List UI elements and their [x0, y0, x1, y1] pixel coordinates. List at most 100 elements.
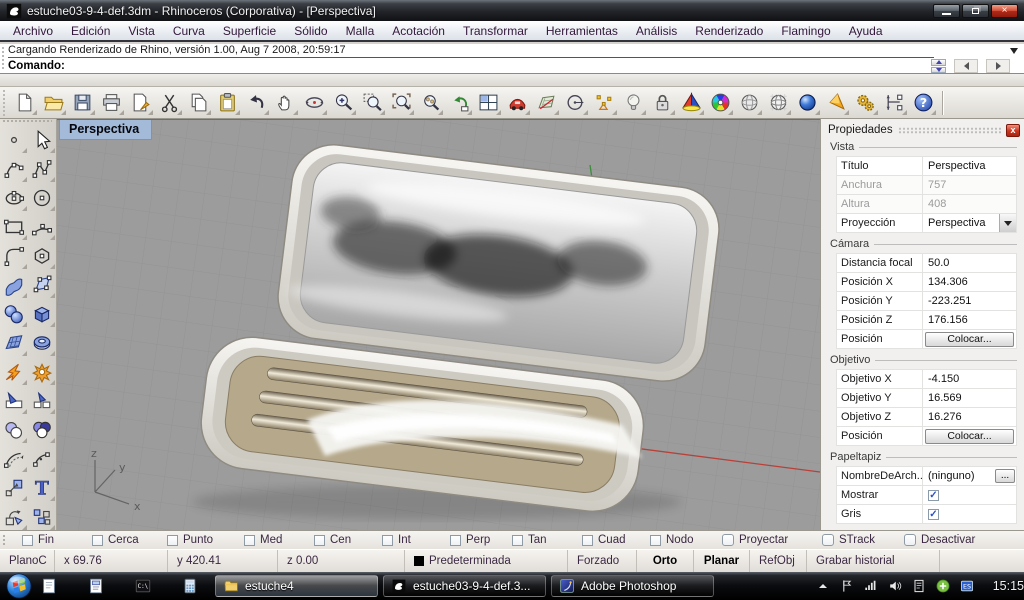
toolbar-button-render[interactable]: [677, 89, 706, 117]
menu-item-solido[interactable]: Sólido: [285, 22, 336, 40]
toolbar-button-lock[interactable]: [648, 89, 677, 117]
property-value-text[interactable]: Perspectiva: [928, 217, 985, 229]
osnap-cuad[interactable]: Cuad: [582, 534, 650, 546]
osnap-checkbox-int[interactable]: [382, 535, 393, 546]
toolbar-button-paste[interactable]: [213, 89, 242, 117]
property-value[interactable]: -223.251: [923, 292, 1016, 310]
tray-updates-icon[interactable]: [935, 578, 951, 594]
menu-item-transformar[interactable]: Transformar: [454, 22, 537, 40]
toolbar-button-help[interactable]: ?: [909, 89, 938, 117]
menu-item-archivo[interactable]: Archivo: [4, 22, 62, 40]
tray-chevron-up-icon[interactable]: [815, 578, 831, 594]
viewport-canvas[interactable]: z y x: [57, 120, 820, 530]
menu-item-malla[interactable]: Malla: [337, 22, 384, 40]
command-history[interactable]: Cargando Renderizado de Rhino, versión 1…: [8, 44, 934, 58]
osnap-int[interactable]: Int: [382, 534, 450, 546]
osnap-checkbox-nodo[interactable]: [650, 535, 661, 546]
toolbar-button-undo[interactable]: [242, 89, 271, 117]
property-value[interactable]: ✓: [923, 505, 1016, 523]
status-orto[interactable]: Orto: [637, 550, 694, 572]
osnap-checkbox-strack[interactable]: [822, 534, 834, 546]
menu-item-ayuda[interactable]: Ayuda: [840, 22, 892, 40]
toolbar-button-new-file[interactable]: [10, 89, 39, 117]
property-value[interactable]: (ninguno)...: [923, 467, 1016, 485]
toolbar-button-render-sphere[interactable]: [793, 89, 822, 117]
toolbar-button-zoom-window[interactable]: [358, 89, 387, 117]
sidebar-button-circles-two[interactable]: [0, 415, 28, 444]
status-refobj[interactable]: RefObj: [750, 550, 807, 572]
sidebar-button-split[interactable]: [28, 386, 56, 415]
sidebar-button-circles-three[interactable]: [28, 415, 56, 444]
properties-drag-grip[interactable]: [898, 127, 1001, 134]
scroll-left-button[interactable]: [954, 59, 978, 73]
toolbar-button-viewport-layout[interactable]: [474, 89, 503, 117]
toolbar-button-named-views-car[interactable]: [503, 89, 532, 117]
toolbar-button-shaded-sphere[interactable]: [735, 89, 764, 117]
taskbar-task-estuche4[interactable]: estuche4: [215, 575, 378, 597]
property-value[interactable]: 134.306: [923, 273, 1016, 291]
osnap-strack[interactable]: STrack: [822, 534, 904, 546]
menu-item-herramientas[interactable]: Herramientas: [537, 22, 627, 40]
sidebar-button-rectangle[interactable]: [0, 212, 28, 241]
osnap-punto[interactable]: Punto: [167, 534, 244, 546]
toolbar-button-zoom-extents[interactable]: [387, 89, 416, 117]
sidebar-button-offset-curve[interactable]: [0, 444, 28, 473]
command-toolbar-grip[interactable]: [1, 46, 6, 71]
sidebar-button-circle-center[interactable]: [28, 183, 56, 212]
sidebar-button-text-t[interactable]: T: [28, 473, 56, 502]
sidebar-button-polygon-hex[interactable]: [28, 241, 56, 270]
osnap-perp[interactable]: Perp: [450, 534, 512, 546]
property-value[interactable]: Perspectiva: [923, 157, 1016, 175]
colocar-button[interactable]: Colocar...: [925, 332, 1014, 347]
osnap-checkbox-punto[interactable]: [167, 535, 178, 546]
sidebar-button-arc-pts[interactable]: [28, 212, 56, 241]
toolbar-button-print[interactable]: [97, 89, 126, 117]
colocar-button[interactable]: Colocar...: [925, 429, 1014, 444]
property-value[interactable]: 16.569: [923, 389, 1016, 407]
osnap-checkbox-tan[interactable]: [512, 535, 523, 546]
sidebar-button-rotate-rect[interactable]: [0, 502, 28, 531]
toolbar-grip[interactable]: [2, 89, 7, 116]
property-value-text[interactable]: (ninguno): [928, 470, 974, 482]
osnap-checkbox-desactivar[interactable]: [904, 534, 916, 546]
status-forzado[interactable]: Forzado: [568, 550, 637, 572]
command-prompt[interactable]: Comando:: [8, 59, 65, 74]
taskbar-clock[interactable]: 15:15: [993, 579, 1024, 593]
tray-network-icon[interactable]: [863, 578, 879, 594]
toolbar-button-lamp[interactable]: [619, 89, 648, 117]
toolbar-button-wireframe-sphere[interactable]: [764, 89, 793, 117]
sidebar-button-polyline-pts[interactable]: [28, 154, 56, 183]
menu-item-analisis[interactable]: Análisis: [627, 22, 686, 40]
menu-item-renderizado[interactable]: Renderizado: [686, 22, 772, 40]
tray-clipboard-tray-icon[interactable]: [911, 578, 927, 594]
properties-close-button[interactable]: x: [1006, 124, 1020, 137]
checkbox-checked[interactable]: ✓: [928, 509, 939, 520]
toolbar-button-export-page[interactable]: [126, 89, 155, 117]
sidebar-button-scale-obj[interactable]: [0, 473, 28, 502]
osnap-desactivar[interactable]: Desactivar: [904, 534, 1004, 546]
quicklaunch-notepad-icon[interactable]: [40, 577, 58, 595]
toolbar-button-color-wheel[interactable]: [706, 89, 735, 117]
scroll-right-button[interactable]: [986, 59, 1010, 73]
osnap-med[interactable]: Med: [244, 534, 314, 546]
property-value[interactable]: Perspectiva: [923, 214, 1016, 232]
osnap-cerca[interactable]: Cerca: [92, 534, 167, 546]
property-value[interactable]: 16.276: [923, 408, 1016, 426]
osnap-checkbox-proyectar[interactable]: [722, 534, 734, 546]
toolbar-button-uv-map[interactable]: [532, 89, 561, 117]
property-value[interactable]: Colocar...: [923, 330, 1016, 348]
osnap-checkbox-fin[interactable]: [22, 535, 33, 546]
sidebar-button-blocks[interactable]: [28, 502, 56, 531]
sidebar-button-explode[interactable]: [0, 357, 28, 386]
property-value[interactable]: -4.150: [923, 370, 1016, 388]
osnap-checkbox-med[interactable]: [244, 535, 255, 546]
menu-item-vista[interactable]: Vista: [119, 22, 163, 40]
osnap-proyectar[interactable]: Proyectar: [722, 534, 822, 546]
osnap-fin[interactable]: Fin: [22, 534, 92, 546]
toolbar-button-options-gears[interactable]: [851, 89, 880, 117]
osnap-grip[interactable]: [2, 534, 7, 546]
sidebar-button-flyout-circle[interactable]: [0, 125, 28, 154]
property-value[interactable]: 176.156: [923, 311, 1016, 329]
sidebar-button-box-solid[interactable]: [28, 299, 56, 328]
menu-item-acotacion[interactable]: Acotación: [383, 22, 454, 40]
